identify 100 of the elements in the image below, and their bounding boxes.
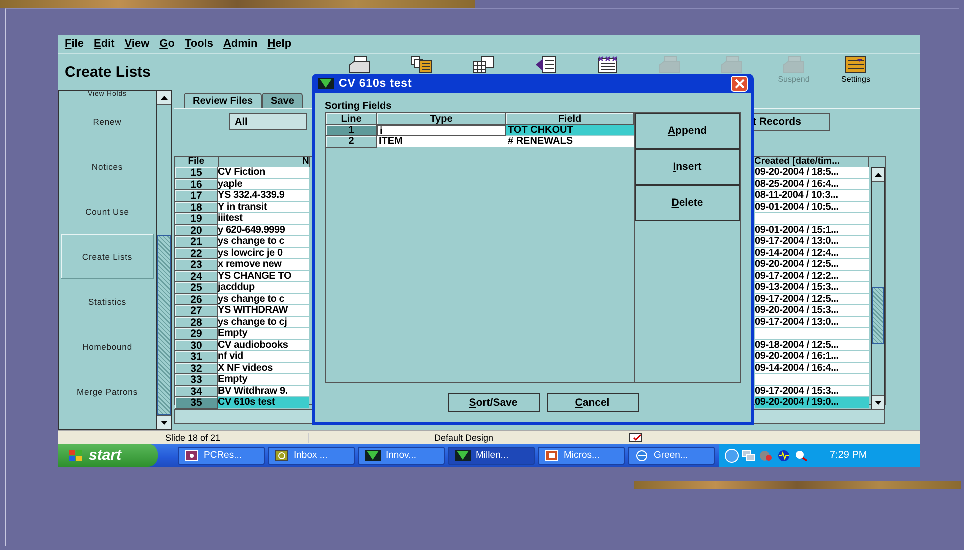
menu-item[interactable]: View	[124, 38, 150, 50]
table-cell[interactable]: ys change to cj	[218, 316, 309, 328]
up-arrow-icon[interactable]	[160, 96, 168, 100]
input-field[interactable]: i	[377, 124, 506, 136]
table-cell[interactable]: 09-17-2004 / 13:0...	[755, 316, 869, 328]
menu-item[interactable]: Help	[268, 38, 292, 50]
table-cell[interactable]: nf vid	[218, 351, 309, 362]
table-cell[interactable]: 09-17-2004 / 12:2...	[755, 270, 869, 282]
table-cell[interactable]: 09-17-2004 / 15:3...	[755, 386, 869, 397]
toolbar-button[interactable]: Settings	[825, 56, 887, 88]
taskbar-button[interactable]: Innov...	[358, 446, 445, 464]
table-cell[interactable]: ITEM	[377, 136, 506, 148]
scroll-thumb[interactable]	[872, 287, 884, 344]
design-name: Default Design	[433, 432, 495, 442]
column-header[interactable]: Created [date/tim...	[754, 157, 870, 167]
dialog-button[interactable]: Insert	[635, 149, 740, 185]
table-cell[interactable]	[755, 213, 869, 224]
table-cell[interactable]: 09-20-2004 / 12:5...	[755, 259, 869, 270]
column-header[interactable]: Type	[377, 113, 506, 124]
menu-item[interactable]: Edit	[94, 38, 115, 50]
tab[interactable]: Review Files	[184, 93, 262, 108]
column-header[interactable]: Line	[326, 113, 377, 124]
table-cell[interactable]: jacddup	[218, 282, 309, 294]
table-scrollbar[interactable]	[871, 167, 885, 410]
table-cell[interactable]: ys change to c	[218, 236, 309, 248]
table-cell[interactable]: YS 332.4-339.9	[218, 190, 309, 202]
table-cell[interactable]: 09-20-2004 / 18:5...	[755, 167, 869, 178]
table-cell[interactable]: iiitest	[218, 213, 309, 224]
table-cell[interactable]: Empty	[218, 328, 309, 340]
table-cell[interactable]: ys change to c	[218, 294, 309, 305]
tab[interactable]: Save	[262, 93, 304, 108]
file-number-cell: 19	[175, 213, 218, 224]
table-cell[interactable]: BV Witdhraw 9.	[218, 386, 309, 397]
sidebar-item[interactable]: Merge Patrons	[59, 369, 156, 414]
sidebar-item[interactable]: Count Use	[59, 189, 156, 234]
taskbar-button[interactable]: Inbox ...	[268, 446, 355, 464]
sidebar-item[interactable]: Create Lists	[61, 234, 154, 279]
table-cell[interactable]: TOT CHKOUT	[506, 124, 634, 136]
table-cell[interactable]: Y in transit	[218, 202, 309, 213]
table-cell[interactable]: 09-20-2004 / 16:1...	[755, 351, 869, 362]
table-cell[interactable]: yaple	[218, 178, 309, 190]
menu-item[interactable]: Go	[160, 38, 175, 50]
table-cell[interactable]: x remove new	[218, 259, 309, 270]
down-arrow-icon[interactable]	[874, 400, 882, 404]
triangle-app-icon	[318, 78, 334, 89]
table-cell[interactable]: 09-17-2004 / 13:0...	[755, 236, 869, 248]
table-cell[interactable]: 09-18-2004 / 12:5...	[755, 340, 869, 351]
wave-icon[interactable]	[776, 450, 792, 462]
scroll-thumb[interactable]	[157, 235, 171, 415]
network-icon[interactable]	[742, 450, 756, 462]
table-cell[interactable]: 08-11-2004 / 10:3...	[755, 190, 869, 202]
taskbar-button[interactable]: Micros...	[538, 446, 625, 464]
table-cell[interactable]: 09-14-2004 / 12:4...	[755, 248, 869, 259]
table-cell[interactable]: YS WITHDRAW	[218, 305, 309, 316]
close-button[interactable]	[731, 76, 748, 92]
menu-item[interactable]: File	[65, 38, 84, 50]
sidebar-scrollbar[interactable]	[156, 90, 172, 430]
sidebar-item[interactable]: Notices	[59, 144, 156, 189]
table-cell[interactable]: 09-01-2004 / 10:5...	[755, 202, 869, 213]
tray-icon[interactable]	[795, 450, 809, 462]
file-number-cell: 18	[175, 202, 218, 213]
down-arrow-icon[interactable]	[160, 420, 168, 424]
sidebar-item[interactable]: Statistics	[59, 279, 156, 324]
table-cell[interactable]: 09-17-2004 / 12:5...	[755, 294, 869, 305]
table-cell[interactable]: CV Fiction	[218, 167, 309, 178]
table-cell[interactable]: 09-14-2004 / 16:4...	[755, 362, 869, 374]
table-cell[interactable]: 08-25-2004 / 16:4...	[755, 178, 869, 190]
menu-item[interactable]: Tools	[184, 38, 214, 50]
table-cell[interactable]: Empty	[218, 374, 309, 386]
table-cell[interactable]: # RENEWALS	[506, 136, 634, 148]
column-header[interactable]: Field	[506, 113, 634, 124]
table-icon	[473, 56, 495, 74]
file-number-cell: 23	[175, 259, 218, 270]
table-cell[interactable]: YS CHANGE TO	[218, 270, 309, 282]
dialog-button[interactable]: Cancel	[546, 393, 638, 412]
sidebar-item[interactable]: Renew	[59, 99, 156, 144]
table-cell[interactable]: CV audiobooks	[218, 340, 309, 351]
table-cell[interactable]: CV 610s test	[218, 397, 309, 408]
dialog-button[interactable]: Append	[635, 113, 740, 149]
dialog-button[interactable]: Delete	[635, 185, 740, 221]
sidebar-item[interactable]: Homebound	[59, 324, 156, 369]
taskbar-button[interactable]: PCRes...	[178, 446, 265, 464]
table-cell[interactable]: X NF videos	[218, 362, 309, 374]
table-cell[interactable]	[755, 328, 869, 340]
table-cell[interactable]: ys lowcirc je 0	[218, 248, 309, 259]
table-cell[interactable]: 09-20-2004 / 15:3...	[755, 305, 869, 316]
table-cell[interactable]: y 620-649.9999	[218, 224, 309, 236]
table-cell[interactable]: 09-20-2004 / 19:0...	[755, 397, 869, 408]
filter-dropdown[interactable]: All	[229, 113, 307, 130]
taskbar-button[interactable]: Green...	[628, 446, 715, 464]
up-arrow-icon[interactable]	[874, 172, 882, 176]
table-cell[interactable]: 09-13-2004 / 15:3...	[755, 282, 869, 294]
file-number-cell: 27	[175, 305, 218, 316]
table-cell[interactable]: 09-01-2004 / 15:1...	[755, 224, 869, 236]
line-number-cell: 1	[326, 124, 377, 136]
table-cell[interactable]	[755, 374, 869, 386]
windows-flag-icon	[68, 448, 84, 462]
menu-item[interactable]: Admin	[223, 38, 258, 50]
dialog-button[interactable]: Sort/Save	[448, 393, 540, 412]
taskbar-button[interactable]: Millen...	[448, 446, 535, 464]
